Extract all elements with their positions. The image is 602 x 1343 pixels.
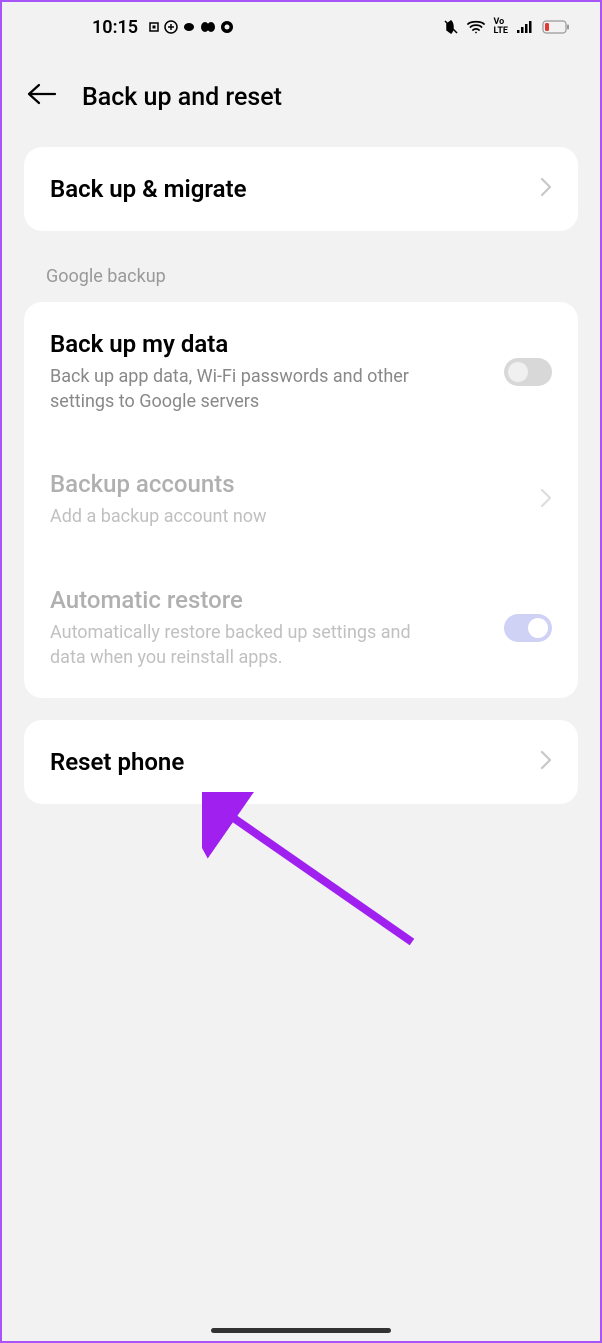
reset-phone-title: Reset phone xyxy=(50,748,540,776)
volte-icon: VoLTE xyxy=(493,18,508,36)
reset-phone-card: Reset phone xyxy=(24,720,578,804)
backup-migrate-title: Back up & migrate xyxy=(50,175,540,203)
status-time: 10:15 xyxy=(92,17,138,38)
wifi-icon xyxy=(467,20,485,34)
page-title: Back up and reset xyxy=(82,83,282,112)
backup-accounts-title: Backup accounts xyxy=(50,470,540,498)
automatic-restore-toggle[interactable] xyxy=(504,614,552,642)
circle-plus-icon xyxy=(164,20,178,34)
pill-icon xyxy=(200,21,216,33)
automatic-restore-subtitle: Automatically restore backed up settings… xyxy=(50,620,450,670)
mute-icon xyxy=(443,19,459,35)
header: Back up and reset xyxy=(2,52,600,147)
backup-migrate-card: Back up & migrate xyxy=(24,147,578,231)
automatic-restore-content: Automatic restore Automatically restore … xyxy=(50,586,504,670)
backup-accounts-subtitle: Add a backup account now xyxy=(50,504,450,529)
backup-migrate-row[interactable]: Back up & migrate xyxy=(24,147,578,231)
chevron-right-icon xyxy=(540,177,552,201)
backup-accounts-content: Backup accounts Add a backup account now xyxy=(50,470,540,529)
status-right: VoLTE xyxy=(443,18,570,36)
backup-migrate-content: Back up & migrate xyxy=(50,175,540,203)
automatic-restore-row[interactable]: Automatic restore Automatically restore … xyxy=(24,558,578,698)
back-arrow-icon[interactable] xyxy=(27,82,57,112)
toggle-knob xyxy=(528,618,548,638)
square-icon xyxy=(148,21,160,33)
circle-dot-icon xyxy=(220,20,234,34)
battery-low-icon xyxy=(542,20,570,34)
reddit-icon xyxy=(182,20,196,34)
chevron-right-icon xyxy=(540,750,552,774)
backup-my-data-subtitle: Back up app data, Wi-Fi passwords and ot… xyxy=(50,364,450,414)
home-indicator[interactable] xyxy=(211,1328,391,1333)
automatic-restore-title: Automatic restore xyxy=(50,586,504,614)
signal-icon xyxy=(516,20,534,34)
google-backup-card: Back up my data Back up app data, Wi-Fi … xyxy=(24,302,578,698)
status-left: 10:15 xyxy=(92,17,234,38)
backup-my-data-row[interactable]: Back up my data Back up app data, Wi-Fi … xyxy=(24,302,578,442)
annotation-arrow xyxy=(202,792,422,956)
reset-phone-row[interactable]: Reset phone xyxy=(24,720,578,804)
toggle-knob xyxy=(508,362,528,382)
google-backup-label: Google backup xyxy=(2,231,600,302)
backup-my-data-content: Back up my data Back up app data, Wi-Fi … xyxy=(50,330,504,414)
backup-my-data-title: Back up my data xyxy=(50,330,504,358)
chevron-right-icon xyxy=(540,488,552,512)
reset-phone-content: Reset phone xyxy=(50,748,540,776)
backup-my-data-toggle[interactable] xyxy=(504,358,552,386)
backup-accounts-row[interactable]: Backup accounts Add a backup account now xyxy=(24,442,578,557)
status-bar: 10:15 VoLTE xyxy=(2,2,600,52)
status-app-icons xyxy=(148,20,234,34)
